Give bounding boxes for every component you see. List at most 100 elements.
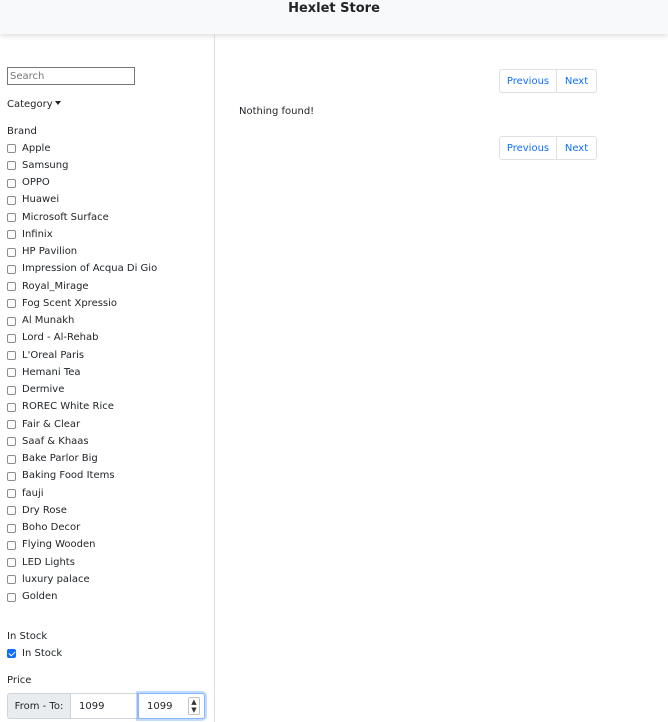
brand-option[interactable]: Lord - Al-Rehab <box>7 330 157 347</box>
in-stock-option[interactable]: In Stock <box>7 645 62 662</box>
brand-option[interactable]: Infinix <box>7 226 157 243</box>
brand-option[interactable]: Royal_Mirage <box>7 278 157 295</box>
brand-checkbox[interactable] <box>7 351 16 361</box>
brand-option[interactable]: L'Oreal Paris <box>7 347 157 364</box>
brand-label: Dry Rose <box>22 504 67 516</box>
brand-checkbox[interactable] <box>7 558 16 568</box>
brand-checkbox[interactable] <box>7 195 16 205</box>
brand-option[interactable]: Boho Decor <box>7 520 157 537</box>
category-dropdown-toggle[interactable]: Category <box>7 98 61 112</box>
brand-option[interactable]: Al Munakh <box>7 313 157 330</box>
spin-down-icon[interactable]: ▼ <box>189 706 199 714</box>
brand-checkbox[interactable] <box>7 316 16 326</box>
brand-label: Microsoft Surface <box>22 211 109 223</box>
brand-option[interactable]: Apple <box>7 140 157 157</box>
product-results: Previous Next Nothing found! Previous Ne… <box>215 34 668 722</box>
top-navbar: Hexlet Store <box>0 0 668 34</box>
brand-label: Samsung <box>22 159 69 171</box>
brand-checkbox[interactable] <box>7 368 16 378</box>
brand-label: fauji <box>22 487 44 499</box>
empty-results-message: Nothing found! <box>239 106 315 117</box>
brand-checkbox[interactable] <box>7 178 16 188</box>
brand-checkbox[interactable] <box>7 264 16 274</box>
brand-option[interactable]: Dermive <box>7 382 157 399</box>
store-title[interactable]: Hexlet Store <box>0 0 668 18</box>
brand-option[interactable]: HP Pavilion <box>7 244 157 261</box>
brand-checkbox[interactable] <box>7 230 16 240</box>
brand-option[interactable]: Fair & Clear <box>7 416 157 433</box>
brand-checkbox[interactable] <box>7 420 16 430</box>
brand-checkbox[interactable] <box>7 144 16 154</box>
in-stock-checkbox[interactable] <box>7 649 16 658</box>
brand-option[interactable]: OPPO <box>7 175 157 192</box>
brand-checkbox[interactable] <box>7 575 16 585</box>
brand-label: Baking Food Items <box>22 470 115 482</box>
brand-label: Bake Parlor Big <box>22 453 98 465</box>
brand-label: Lord - Al-Rehab <box>22 332 99 344</box>
caret-down-icon <box>54 101 61 105</box>
category-label: Category <box>7 99 53 110</box>
brand-option[interactable]: Saaf & Khaas <box>7 433 157 450</box>
brand-checkbox[interactable] <box>7 471 16 481</box>
brand-checkbox[interactable] <box>7 402 16 412</box>
brand-option[interactable]: Samsung <box>7 157 157 174</box>
brand-option[interactable]: fauji <box>7 485 157 502</box>
brand-checkbox[interactable] <box>7 333 16 343</box>
brand-checkbox[interactable] <box>7 437 16 447</box>
brand-checkbox[interactable] <box>7 247 16 257</box>
previous-page-button[interactable]: Previous <box>499 69 557 93</box>
brand-label: Saaf & Khaas <box>22 435 89 447</box>
next-page-button[interactable]: Next <box>557 136 597 160</box>
brand-checkbox[interactable] <box>7 506 16 516</box>
brand-checkbox[interactable] <box>7 489 16 499</box>
brand-checkbox[interactable] <box>7 299 16 309</box>
brand-option[interactable]: Hemani Tea <box>7 364 157 381</box>
brand-label: Fair & Clear <box>22 418 81 430</box>
brand-option[interactable]: Bake Parlor Big <box>7 451 157 468</box>
brand-label: Boho Decor <box>22 522 81 534</box>
number-spinner[interactable]: ▲ ▼ <box>188 697 200 715</box>
brand-option[interactable]: Huawei <box>7 192 157 209</box>
brand-option[interactable]: Flying Wooden <box>7 537 157 554</box>
brand-checkbox[interactable] <box>7 282 16 292</box>
brand-label: L'Oreal Paris <box>22 349 85 361</box>
filter-sidebar: Category Brand Apple Samsung OPPO Huawei Mic… <box>0 34 215 722</box>
price-from-input[interactable] <box>71 693 138 719</box>
brand-checkbox[interactable] <box>7 540 16 550</box>
brand-option[interactable]: Microsoft Surface <box>7 209 157 226</box>
brand-checkbox[interactable] <box>7 385 16 395</box>
search-input[interactable] <box>7 67 135 85</box>
brand-option[interactable]: Fog Scent Xpressio <box>7 295 157 312</box>
brand-label: ROREC White Rice <box>22 401 114 413</box>
price-range-prefix: From - To: <box>7 693 71 719</box>
brand-label: Apple <box>22 142 51 154</box>
brand-option[interactable]: ROREC White Rice <box>7 399 157 416</box>
next-page-button[interactable]: Next <box>557 69 597 93</box>
previous-page-button[interactable]: Previous <box>499 136 557 160</box>
price-filter-title: Price <box>7 675 32 686</box>
spin-up-icon[interactable]: ▲ <box>189 698 199 706</box>
brand-label: Flying Wooden <box>22 539 96 551</box>
price-to-field[interactable]: ▲ ▼ <box>138 693 205 719</box>
brand-checkbox[interactable] <box>7 454 16 464</box>
brand-option[interactable]: Impression of Acqua Di Gio <box>7 261 157 278</box>
brand-option[interactable]: Dry Rose <box>7 502 157 519</box>
brand-checkbox[interactable] <box>7 161 16 171</box>
brand-option[interactable]: luxury palace <box>7 571 157 588</box>
brand-checkbox[interactable] <box>7 523 16 533</box>
price-to-input[interactable] <box>139 700 191 712</box>
brand-label: Golden <box>22 591 58 603</box>
pagination-bottom: Previous Next <box>499 136 597 160</box>
brand-checkbox[interactable] <box>7 592 16 602</box>
brand-option[interactable]: Golden <box>7 589 157 606</box>
brand-label: luxury palace <box>22 573 90 585</box>
brand-label: Royal_Mirage <box>22 280 89 292</box>
brand-option[interactable]: Baking Food Items <box>7 468 157 485</box>
brand-label: Dermive <box>22 384 65 396</box>
brand-label: Fog Scent Xpressio <box>22 297 118 309</box>
brand-checkbox[interactable] <box>7 213 16 223</box>
brand-option[interactable]: LED Lights <box>7 554 157 571</box>
brand-label: OPPO <box>22 177 50 189</box>
brand-filter-title: Brand <box>7 126 37 137</box>
in-stock-label: In Stock <box>22 647 63 659</box>
